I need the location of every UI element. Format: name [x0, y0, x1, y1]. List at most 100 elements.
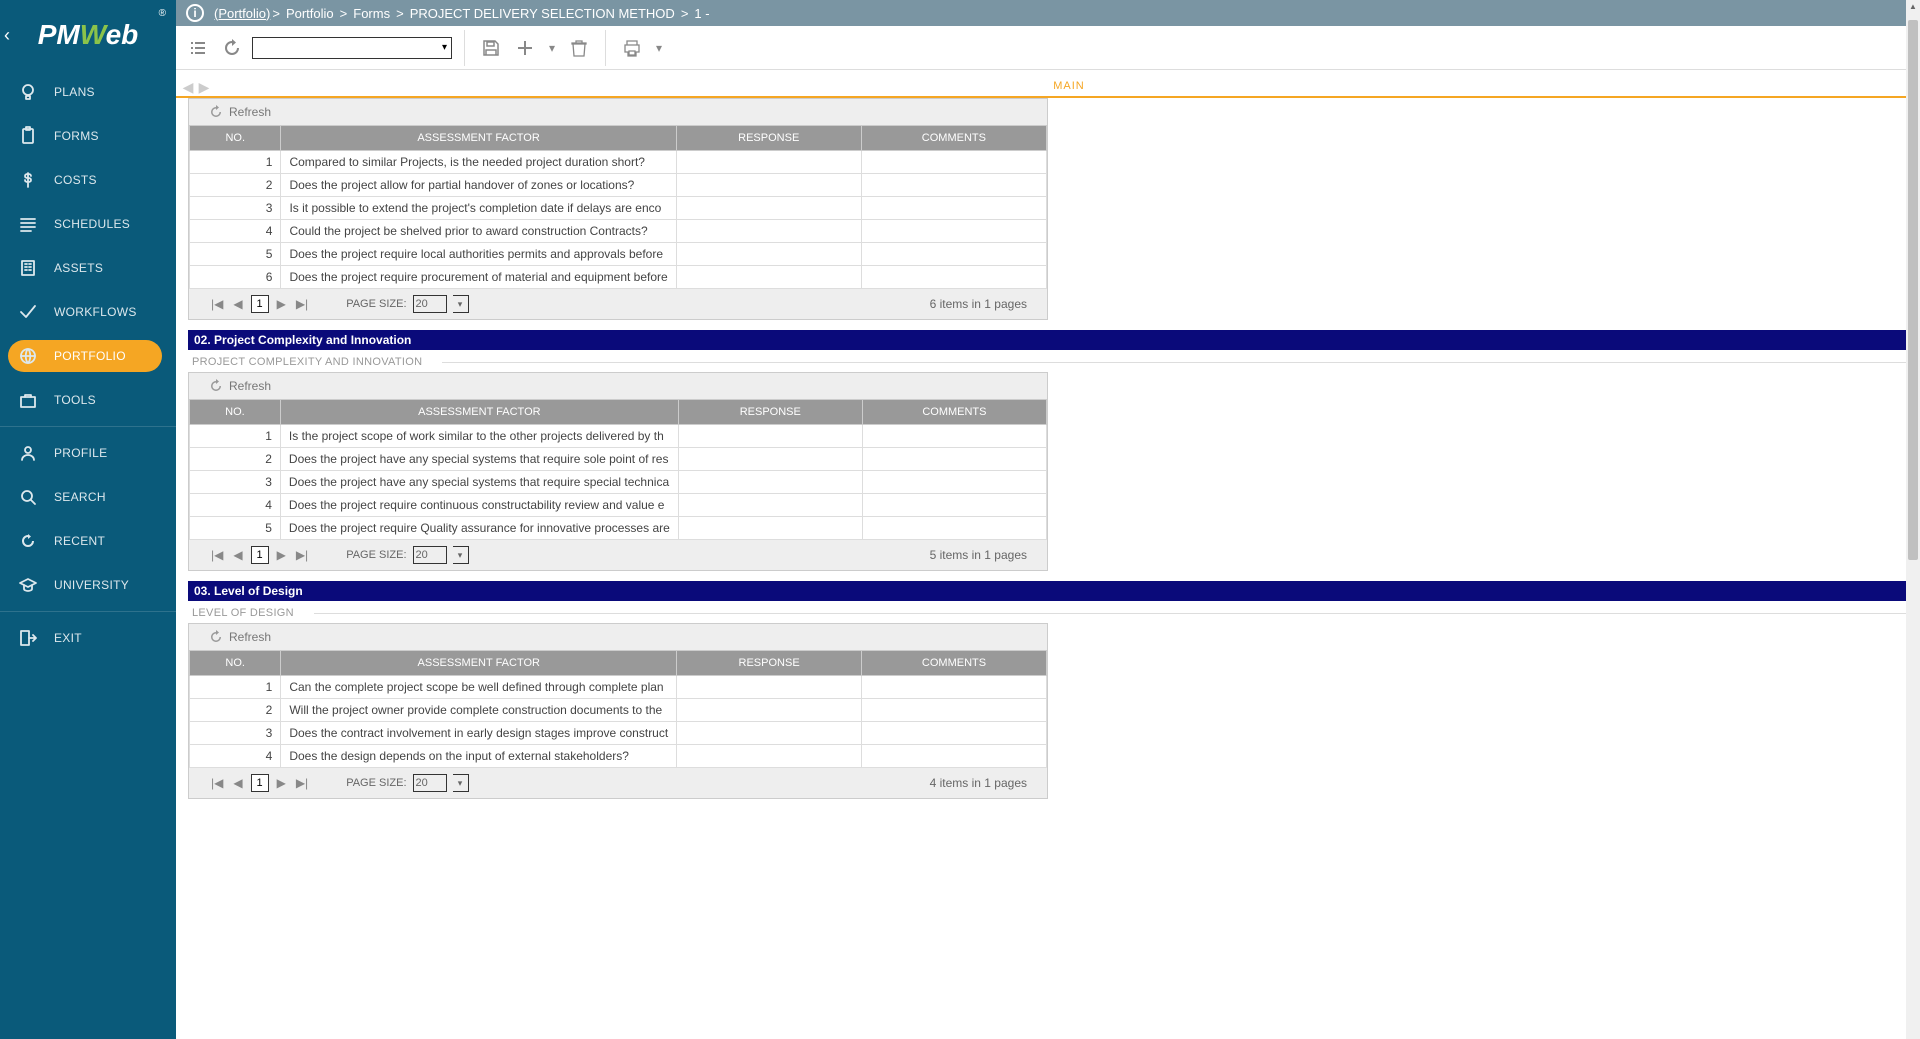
table-row[interactable]: 1Can the complete project scope be well … — [190, 676, 1047, 699]
sidebar-item-exit[interactable]: EXIT — [0, 616, 176, 660]
cell-comments[interactable] — [862, 494, 1046, 517]
sidebar-item-portfolio[interactable]: PORTFOLIO — [0, 334, 176, 378]
col-no[interactable]: NO. — [190, 126, 281, 151]
list-icon[interactable] — [184, 34, 212, 62]
pager-next-icon[interactable]: ▶ — [275, 297, 288, 311]
cell-comments[interactable] — [862, 699, 1047, 722]
pager-prev-icon[interactable]: ◀ — [231, 776, 244, 790]
cell-response[interactable] — [676, 243, 861, 266]
cell-response[interactable] — [676, 220, 861, 243]
sidebar-item-profile[interactable]: PROFILE — [0, 431, 176, 475]
table-row[interactable]: 6Does the project require procurement of… — [190, 266, 1047, 289]
cell-comments[interactable] — [862, 676, 1047, 699]
pager-next-icon[interactable]: ▶ — [275, 776, 288, 790]
pager-next-icon[interactable]: ▶ — [275, 548, 288, 562]
page-size-caret-icon[interactable]: ▾ — [453, 774, 469, 792]
cell-response[interactable] — [678, 471, 862, 494]
cell-comments[interactable] — [862, 517, 1046, 540]
col-no[interactable]: NO. — [190, 400, 281, 425]
pager-first-icon[interactable]: |◀ — [209, 297, 225, 311]
cell-comments[interactable] — [861, 197, 1046, 220]
pager-page-input[interactable] — [251, 295, 269, 313]
pager-last-icon[interactable]: ▶| — [294, 548, 310, 562]
tab-prev-icon[interactable]: ◀ — [180, 79, 196, 96]
breadcrumb-part[interactable]: Portfolio — [286, 6, 334, 21]
cell-response[interactable] — [678, 517, 862, 540]
sidebar-item-forms[interactable]: FORMS — [0, 114, 176, 158]
table-row[interactable]: 1Compared to similar Projects, is the ne… — [190, 151, 1047, 174]
sidebar-item-tools[interactable]: TOOLS — [0, 378, 176, 422]
refresh-icon[interactable] — [209, 379, 223, 393]
cell-response[interactable] — [676, 151, 861, 174]
delete-icon[interactable] — [565, 34, 593, 62]
pager-last-icon[interactable]: ▶| — [294, 776, 310, 790]
cell-comments[interactable] — [861, 220, 1046, 243]
chevron-left-icon[interactable]: ‹ — [4, 25, 10, 46]
col-comments[interactable]: COMMENTS — [862, 400, 1046, 425]
cell-response[interactable] — [678, 448, 862, 471]
col-response[interactable]: RESPONSE — [676, 126, 861, 151]
cell-comments[interactable] — [862, 745, 1047, 768]
cell-response[interactable] — [676, 197, 861, 220]
cell-response[interactable] — [677, 745, 862, 768]
pager-first-icon[interactable]: |◀ — [209, 776, 225, 790]
print-caret-icon[interactable]: ▾ — [652, 34, 666, 62]
cell-comments[interactable] — [861, 151, 1046, 174]
page-size-value[interactable]: 20 — [413, 546, 447, 564]
record-selector[interactable]: ▾ — [252, 37, 452, 59]
save-icon[interactable] — [477, 34, 505, 62]
table-row[interactable]: 1Is the project scope of work similar to… — [190, 425, 1047, 448]
col-factor[interactable]: ASSESSMENT FACTOR — [281, 126, 676, 151]
cell-response[interactable] — [677, 699, 862, 722]
table-row[interactable]: 5Does the project require local authorit… — [190, 243, 1047, 266]
pager-last-icon[interactable]: ▶| — [294, 297, 310, 311]
cell-comments[interactable] — [861, 243, 1046, 266]
table-row[interactable]: 2Does the project allow for partial hand… — [190, 174, 1047, 197]
col-comments[interactable]: COMMENTS — [861, 126, 1046, 151]
table-row[interactable]: 3Is it possible to extend the project's … — [190, 197, 1047, 220]
table-row[interactable]: 3Does the project have any special syste… — [190, 471, 1047, 494]
refresh-icon[interactable] — [209, 105, 223, 119]
page-size-value[interactable]: 20 — [413, 295, 447, 313]
cell-comments[interactable] — [862, 448, 1046, 471]
table-row[interactable]: 5Does the project require Quality assura… — [190, 517, 1047, 540]
pager-page-input[interactable] — [251, 774, 269, 792]
cell-response[interactable] — [676, 266, 861, 289]
cell-comments[interactable] — [861, 174, 1046, 197]
table-row[interactable]: 4Does the design depends on the input of… — [190, 745, 1047, 768]
col-response[interactable]: RESPONSE — [677, 651, 862, 676]
cell-comments[interactable] — [861, 266, 1046, 289]
col-comments[interactable]: COMMENTS — [862, 651, 1047, 676]
table-row[interactable]: 2Will the project owner provide complete… — [190, 699, 1047, 722]
scrollbar[interactable]: ▲ — [1906, 0, 1920, 1039]
tab-next-icon[interactable]: ▶ — [196, 79, 212, 96]
refresh-label[interactable]: Refresh — [229, 630, 271, 644]
breadcrumb-part[interactable]: PROJECT DELIVERY SELECTION METHOD — [410, 6, 675, 21]
table-row[interactable]: 4Could the project be shelved prior to a… — [190, 220, 1047, 243]
sidebar-item-schedules[interactable]: SCHEDULES — [0, 202, 176, 246]
sidebar-item-workflows[interactable]: WORKFLOWS — [0, 290, 176, 334]
cell-response[interactable] — [677, 676, 862, 699]
sidebar-item-university[interactable]: UNIVERSITY — [0, 563, 176, 607]
info-icon[interactable]: i — [186, 4, 204, 22]
breadcrumb-part[interactable]: Forms — [353, 6, 390, 21]
col-factor[interactable]: ASSESSMENT FACTOR — [281, 651, 677, 676]
cell-comments[interactable] — [862, 722, 1047, 745]
tab-main[interactable]: MAIN — [222, 76, 1916, 96]
refresh-icon[interactable] — [209, 630, 223, 644]
cell-response[interactable] — [678, 494, 862, 517]
pager-page-input[interactable] — [251, 546, 269, 564]
page-size-caret-icon[interactable]: ▾ — [453, 295, 469, 313]
breadcrumb-part[interactable]: 1 - — [694, 6, 709, 21]
page-size-caret-icon[interactable]: ▾ — [453, 546, 469, 564]
sidebar-item-plans[interactable]: PLANS — [0, 70, 176, 114]
sidebar-item-search[interactable]: SEARCH — [0, 475, 176, 519]
cell-response[interactable] — [677, 722, 862, 745]
pager-first-icon[interactable]: |◀ — [209, 548, 225, 562]
refresh-label[interactable]: Refresh — [229, 379, 271, 393]
cell-comments[interactable] — [862, 471, 1046, 494]
table-row[interactable]: 4Does the project require continuous con… — [190, 494, 1047, 517]
sidebar-item-costs[interactable]: COSTS — [0, 158, 176, 202]
col-no[interactable]: NO. — [190, 651, 281, 676]
history-icon[interactable] — [218, 34, 246, 62]
